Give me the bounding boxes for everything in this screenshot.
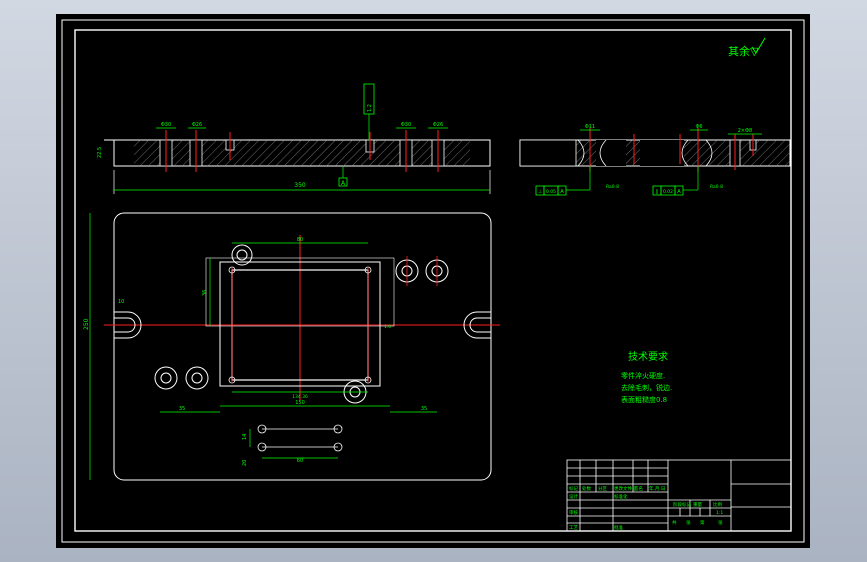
- svg-text:第: 第: [700, 519, 705, 526]
- svg-text:∥: ∥: [656, 189, 659, 195]
- cad-drawing-viewport[interactable]: 其余▽ 350 Φ30 Φ26 Φ30 Φ26 1.2 A 22.5 Φ11 Φ…: [0, 0, 867, 562]
- dim-inner-width-lower: 134.36: [292, 394, 308, 400]
- dim-overall-height: 250: [83, 318, 90, 330]
- svg-text:张: 张: [718, 519, 723, 526]
- svg-text:标准化: 标准化: [614, 493, 628, 500]
- svg-text:工艺: 工艺: [569, 525, 578, 531]
- dim-overall-length: 350: [294, 182, 306, 189]
- svg-text:A: A: [677, 189, 681, 195]
- svg-text:处数: 处数: [582, 485, 591, 492]
- svg-text:设计: 设计: [569, 493, 578, 500]
- svg-text:Ra0.8: Ra0.8: [606, 184, 619, 190]
- dim-bottom-width: 150: [295, 400, 305, 406]
- svg-text:年.月.日: 年.月.日: [649, 485, 665, 492]
- svg-text:批准: 批准: [614, 524, 623, 531]
- svg-text:0.02: 0.02: [663, 189, 673, 195]
- svg-text:共: 共: [672, 519, 677, 526]
- svg-text:张: 张: [686, 519, 691, 526]
- dim-counterbore-b: Φ26: [192, 122, 202, 128]
- dim-pin-height: 14: [242, 434, 248, 440]
- svg-text:⊥: ⊥: [538, 189, 542, 195]
- dim-side: 1.6: [384, 324, 391, 330]
- dim-slot-depth: 10: [118, 299, 124, 305]
- svg-text:0.05: 0.05: [546, 189, 556, 195]
- svg-text:标记: 标记: [569, 485, 578, 492]
- dim-pin-base: 20: [242, 460, 248, 466]
- svg-text:1:1: 1:1: [716, 510, 723, 516]
- tech-line-3: 表面粗糙度0.8: [621, 395, 667, 404]
- dim-counterbore-c: Φ30: [401, 122, 411, 128]
- tech-line-1: 零件淬火硬度.: [621, 371, 665, 380]
- dim-counterbore-a: Φ30: [161, 122, 171, 128]
- svg-text:Ra0.8: Ra0.8: [710, 184, 723, 190]
- dim-section-a: Φ11: [585, 124, 595, 130]
- svg-text:阶段标记: 阶段标记: [673, 501, 691, 508]
- svg-text:审核: 审核: [569, 509, 578, 516]
- dim-left-vert: 36: [202, 290, 208, 296]
- dim-section-b: Φ6: [695, 124, 702, 130]
- svg-text:比例: 比例: [713, 501, 722, 508]
- dim-right-offset: 35: [421, 406, 427, 412]
- tech-line-2: 去除毛刺，锐边.: [621, 383, 672, 392]
- svg-text:A: A: [560, 189, 564, 195]
- dim-inner-width: 80: [297, 237, 303, 243]
- ftol-vertical: 1.2: [367, 104, 373, 112]
- dim-hole-spacing: 60: [297, 458, 303, 464]
- dim-left-thickness: 22.5: [97, 147, 103, 158]
- svg-text:签名: 签名: [634, 485, 643, 492]
- svg-text:重量: 重量: [693, 501, 702, 508]
- svg-text:分区: 分区: [598, 485, 607, 492]
- dim-section-c: 2×Φ8: [738, 128, 753, 134]
- dim-left-offset: 35: [179, 406, 185, 412]
- technical-requirements: 技术要求 零件淬火硬度. 去除毛刺，锐边. 表面粗糙度0.8: [621, 350, 672, 404]
- tech-title: 技术要求: [628, 350, 668, 363]
- dim-counterbore-d: Φ26: [433, 122, 443, 128]
